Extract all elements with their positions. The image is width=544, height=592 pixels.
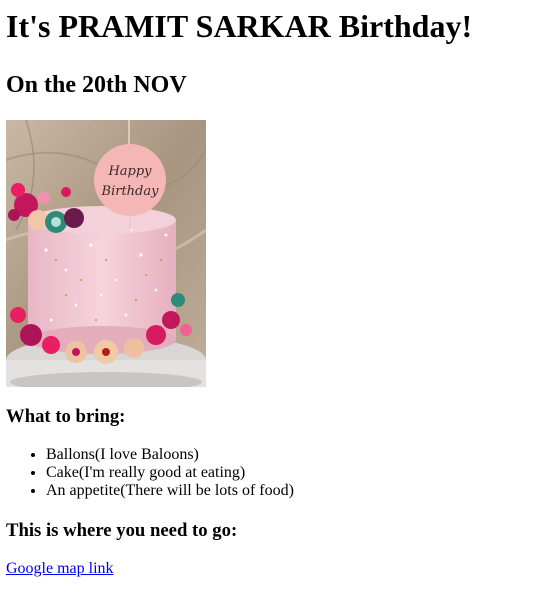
cake-image: Happy Birthday: [6, 120, 206, 387]
google-map-link[interactable]: Google map link: [6, 560, 114, 577]
list-item: Cake(I'm really good at eating): [46, 464, 538, 482]
page: It's PRAMIT SARKAR Birthday! On the 20th…: [0, 8, 544, 578]
list-item: An appetite(There will be lots of food): [46, 482, 538, 500]
topper-text-1: Happy: [107, 164, 152, 179]
page-title: It's PRAMIT SARKAR Birthday!: [6, 8, 473, 44]
map-link-paragraph: Google map link: [6, 560, 538, 578]
list-item: Ballons(I love Baloons): [46, 446, 538, 464]
location-heading: This is where you need to go:: [6, 520, 238, 541]
bring-heading: What to bring:: [6, 406, 126, 427]
bring-list: Ballons(I love Baloons) Cake(I'm really …: [6, 446, 538, 500]
topper-text-2: Birthday: [101, 184, 160, 199]
date-heading: On the 20th NOV: [6, 72, 187, 98]
